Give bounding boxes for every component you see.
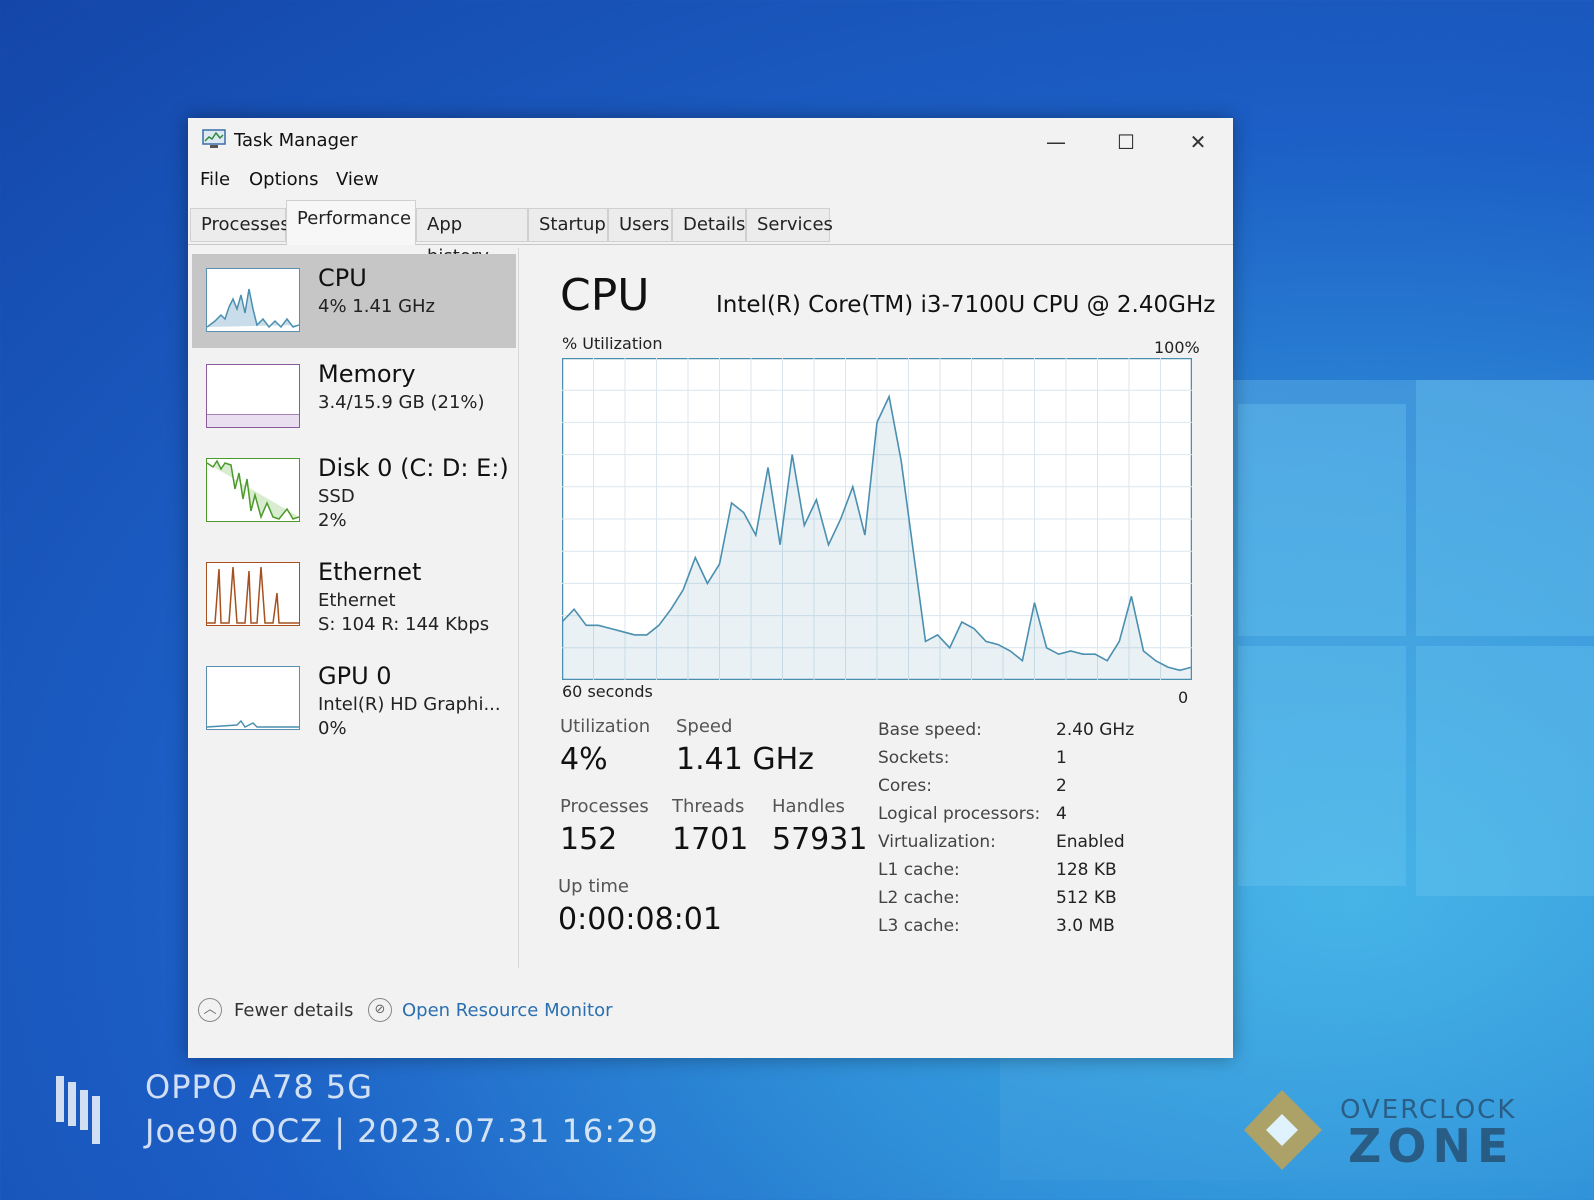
l3-cache-value: 3.0 MB (1056, 916, 1115, 936)
watermark-info: Joe90 OCZ | 2023.07.31 16:29 (145, 1112, 659, 1150)
base-speed-label: Base speed: (878, 720, 982, 740)
tab-services[interactable]: Services (746, 208, 833, 242)
l1-cache-value: 128 KB (1056, 860, 1117, 880)
tab-performance[interactable]: Performance (286, 200, 416, 245)
handles-value: 57931 (772, 822, 868, 857)
uptime-label: Up time (558, 876, 629, 897)
sidebar-item-ethernet[interactable]: Ethernet Ethernet S: 104 R: 144 Kbps (192, 548, 516, 642)
overclock-zone-logo: OVERCLOCK ZONE (1244, 1090, 1514, 1170)
sidebar-memory-usage: 3.4/15.9 GB (21%) (318, 392, 485, 413)
sidebar-disk-usage: 2% (318, 510, 347, 531)
sidebar-divider (518, 248, 519, 968)
task-manager-icon (202, 129, 226, 148)
sidebar-cpu-title: CPU (318, 264, 367, 292)
sidebar-item-gpu[interactable]: GPU 0 Intel(R) HD Graphi... 0% (192, 652, 516, 746)
logical-processors-value: 4 (1056, 804, 1067, 824)
cpu-model-name: Intel(R) Core(TM) i3-7100U CPU @ 2.40GHz (716, 292, 1216, 318)
sidebar-disk-title: Disk 0 (C: D: E:) (318, 454, 509, 482)
menu-file[interactable]: File (200, 169, 230, 190)
cpu-detail-panel: CPU Intel(R) Core(TM) i3-7100U CPU @ 2.4… (528, 248, 1228, 968)
sidebar-ethernet-throughput: S: 104 R: 144 Kbps (318, 614, 490, 635)
cores-value: 2 (1056, 776, 1067, 796)
memory-thumbnail-graph (206, 364, 300, 428)
tab-users[interactable]: Users (608, 208, 672, 242)
l2-cache-value: 512 KB (1056, 888, 1117, 908)
sidebar-ethernet-title: Ethernet (318, 558, 422, 586)
sidebar-item-memory[interactable]: Memory 3.4/15.9 GB (21%) (192, 350, 516, 444)
handles-label: Handles (772, 796, 845, 817)
sidebar-disk-type: SSD (318, 486, 355, 507)
windows-logo-pane (1416, 380, 1594, 636)
virtualization-label: Virtualization: (878, 832, 996, 852)
speed-label: Speed (676, 716, 733, 737)
resource-sidebar: CPU 4% 1.41 GHz Memory 3.4/15.9 GB (21%)… (188, 246, 518, 976)
sidebar-memory-title: Memory (318, 360, 416, 388)
open-resource-monitor-link[interactable]: Open Resource Monitor (402, 1000, 613, 1021)
virtualization-value: Enabled (1056, 832, 1125, 852)
cpu-thumbnail-graph (206, 268, 300, 332)
windows-logo-pane (1238, 404, 1406, 636)
chevron-up-icon[interactable]: ︿ (198, 998, 222, 1022)
l1-cache-label: L1 cache: (878, 860, 960, 880)
camera-brand-logo (56, 1076, 100, 1144)
window-title: Task Manager (234, 130, 358, 151)
tab-bar: Processes Performance App history Startu… (188, 200, 1233, 267)
watermark-device: OPPO A78 5G (145, 1068, 374, 1106)
utilization-axis-label: % Utilization (562, 334, 663, 353)
tab-startup[interactable]: Startup (528, 208, 608, 242)
threads-label: Threads (672, 796, 745, 817)
ethernet-thumbnail-graph (206, 562, 300, 626)
sidebar-ethernet-adapter: Ethernet (318, 590, 396, 611)
sidebar-item-cpu[interactable]: CPU 4% 1.41 GHz (192, 254, 516, 348)
logo-text-bottom: ZONE (1348, 1119, 1514, 1170)
sidebar-item-disk[interactable]: Disk 0 (C: D: E:) SSD 2% (192, 444, 516, 538)
processes-value: 152 (560, 822, 618, 857)
speed-value: 1.41 GHz (676, 742, 814, 777)
cpu-heading: CPU (560, 270, 650, 321)
time-span-label: 60 seconds (562, 682, 653, 701)
sidebar-cpu-usage: 4% 1.41 GHz (318, 296, 436, 317)
tab-details[interactable]: Details (672, 208, 746, 242)
menu-view[interactable]: View (336, 169, 379, 190)
title-bar[interactable]: Task Manager — ☐ ✕ (188, 118, 1233, 164)
tab-processes[interactable]: Processes (190, 208, 290, 242)
sidebar-gpu-usage: 0% (318, 718, 347, 739)
menu-bar: File Options View (188, 164, 1233, 194)
uptime-value: 0:00:08:01 (558, 902, 722, 937)
footer-bar: ︿ Fewer details ⊘ Open Resource Monitor (188, 994, 1233, 1034)
menu-options[interactable]: Options (249, 169, 318, 190)
windows-logo-pane (1416, 646, 1594, 896)
utilization-value: 4% (560, 742, 608, 777)
disk-thumbnail-graph (206, 458, 300, 522)
windows-logo-pane (1238, 646, 1406, 886)
close-button[interactable]: ✕ (1178, 128, 1218, 156)
cpu-utilization-graph (562, 358, 1192, 680)
resource-monitor-icon[interactable]: ⊘ (368, 998, 392, 1022)
sockets-label: Sockets: (878, 748, 950, 768)
base-speed-value: 2.40 GHz (1056, 720, 1135, 740)
sockets-value: 1 (1056, 748, 1067, 768)
tab-app-history[interactable]: App history (416, 208, 528, 267)
threads-value: 1701 (672, 822, 749, 857)
task-manager-window: Task Manager — ☐ ✕ File Options View Pro… (188, 118, 1233, 1058)
l3-cache-label: L3 cache: (878, 916, 960, 936)
cores-label: Cores: (878, 776, 932, 796)
utilization-label: Utilization (560, 716, 651, 737)
logical-processors-label: Logical processors: (878, 804, 1041, 824)
min-percent-label: 0 (1178, 688, 1189, 707)
sidebar-gpu-title: GPU 0 (318, 662, 392, 690)
gpu-thumbnail-graph (206, 666, 300, 730)
fewer-details-link[interactable]: Fewer details (234, 1000, 353, 1021)
l2-cache-label: L2 cache: (878, 888, 960, 908)
sidebar-gpu-model: Intel(R) HD Graphi... (318, 694, 501, 715)
max-percent-label: 100% (1154, 338, 1200, 357)
processes-label: Processes (560, 796, 649, 817)
maximize-button[interactable]: ☐ (1106, 128, 1146, 156)
minimize-button[interactable]: — (1036, 128, 1076, 156)
